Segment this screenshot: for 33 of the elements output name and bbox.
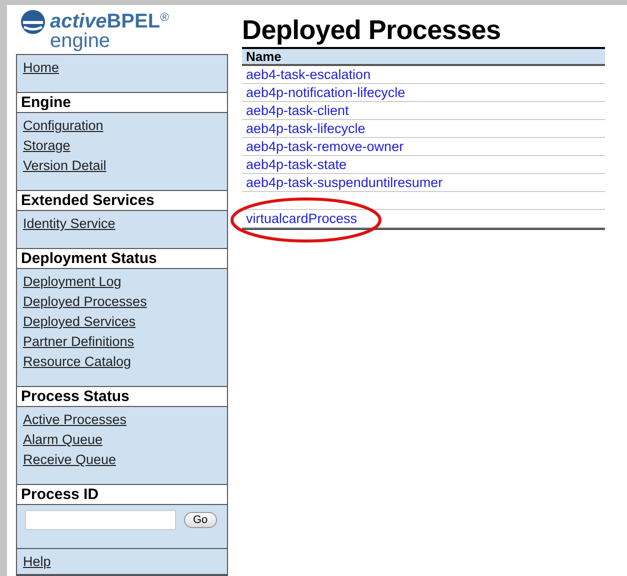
sidebar-link[interactable]: Deployed Services xyxy=(23,313,136,330)
sidebar-link[interactable]: Resource Catalog xyxy=(23,353,132,370)
sidebar-link[interactable]: Partner Definitions xyxy=(23,333,134,350)
sidebar-link[interactable]: Receive Queue xyxy=(23,451,116,468)
sidebar-link[interactable]: Configuration xyxy=(23,117,104,134)
sidebar-link[interactable]: Version Detail xyxy=(23,157,106,174)
go-button[interactable]: Go xyxy=(184,512,217,528)
process-link[interactable]: aeb4p-task-suspenduntilresumer xyxy=(246,175,443,190)
logo-icon xyxy=(20,8,46,36)
process-link[interactable]: aeb4p-task-client xyxy=(246,103,349,118)
sidebar-link[interactable]: Help xyxy=(23,553,51,570)
sidebar-link[interactable]: Identity Service xyxy=(23,215,116,232)
sidebar-link[interactable]: Active Processes xyxy=(23,411,127,428)
logo-product: engine xyxy=(50,32,112,50)
sidebar-link[interactable]: Home xyxy=(23,59,60,76)
section-heading: Engine xyxy=(17,92,227,113)
section-heading: Extended Services xyxy=(17,190,227,211)
logo-brand: activeBPEL$^{®}$ xyxy=(50,9,169,32)
process-link[interactable]: aeb4p-notification-lifecycle xyxy=(246,85,406,100)
sidebar-link[interactable]: Storage xyxy=(23,137,70,154)
process-link[interactable]: aeb4-task-escalation xyxy=(246,67,371,82)
sidebar-link[interactable]: Deployment Log xyxy=(23,273,122,290)
sidebar-link[interactable]: Alarm Queue xyxy=(23,431,103,448)
section-heading: Process Status xyxy=(17,386,227,407)
section-heading: Deployment Status xyxy=(17,248,227,269)
section-heading: Process ID xyxy=(17,484,227,505)
sidebar-link[interactable]: Deployed Processes xyxy=(23,293,147,310)
process-link[interactable]: aeb4p-task-lifecycle xyxy=(246,121,366,136)
process-link[interactable]: aeb4p-task-state xyxy=(246,157,347,172)
page-title: Deployed Processes xyxy=(242,15,502,45)
column-header: Name xyxy=(242,49,605,66)
process-link[interactable]: aeb4p-task-remove-owner xyxy=(246,139,404,154)
process-id-field[interactable] xyxy=(25,510,176,530)
